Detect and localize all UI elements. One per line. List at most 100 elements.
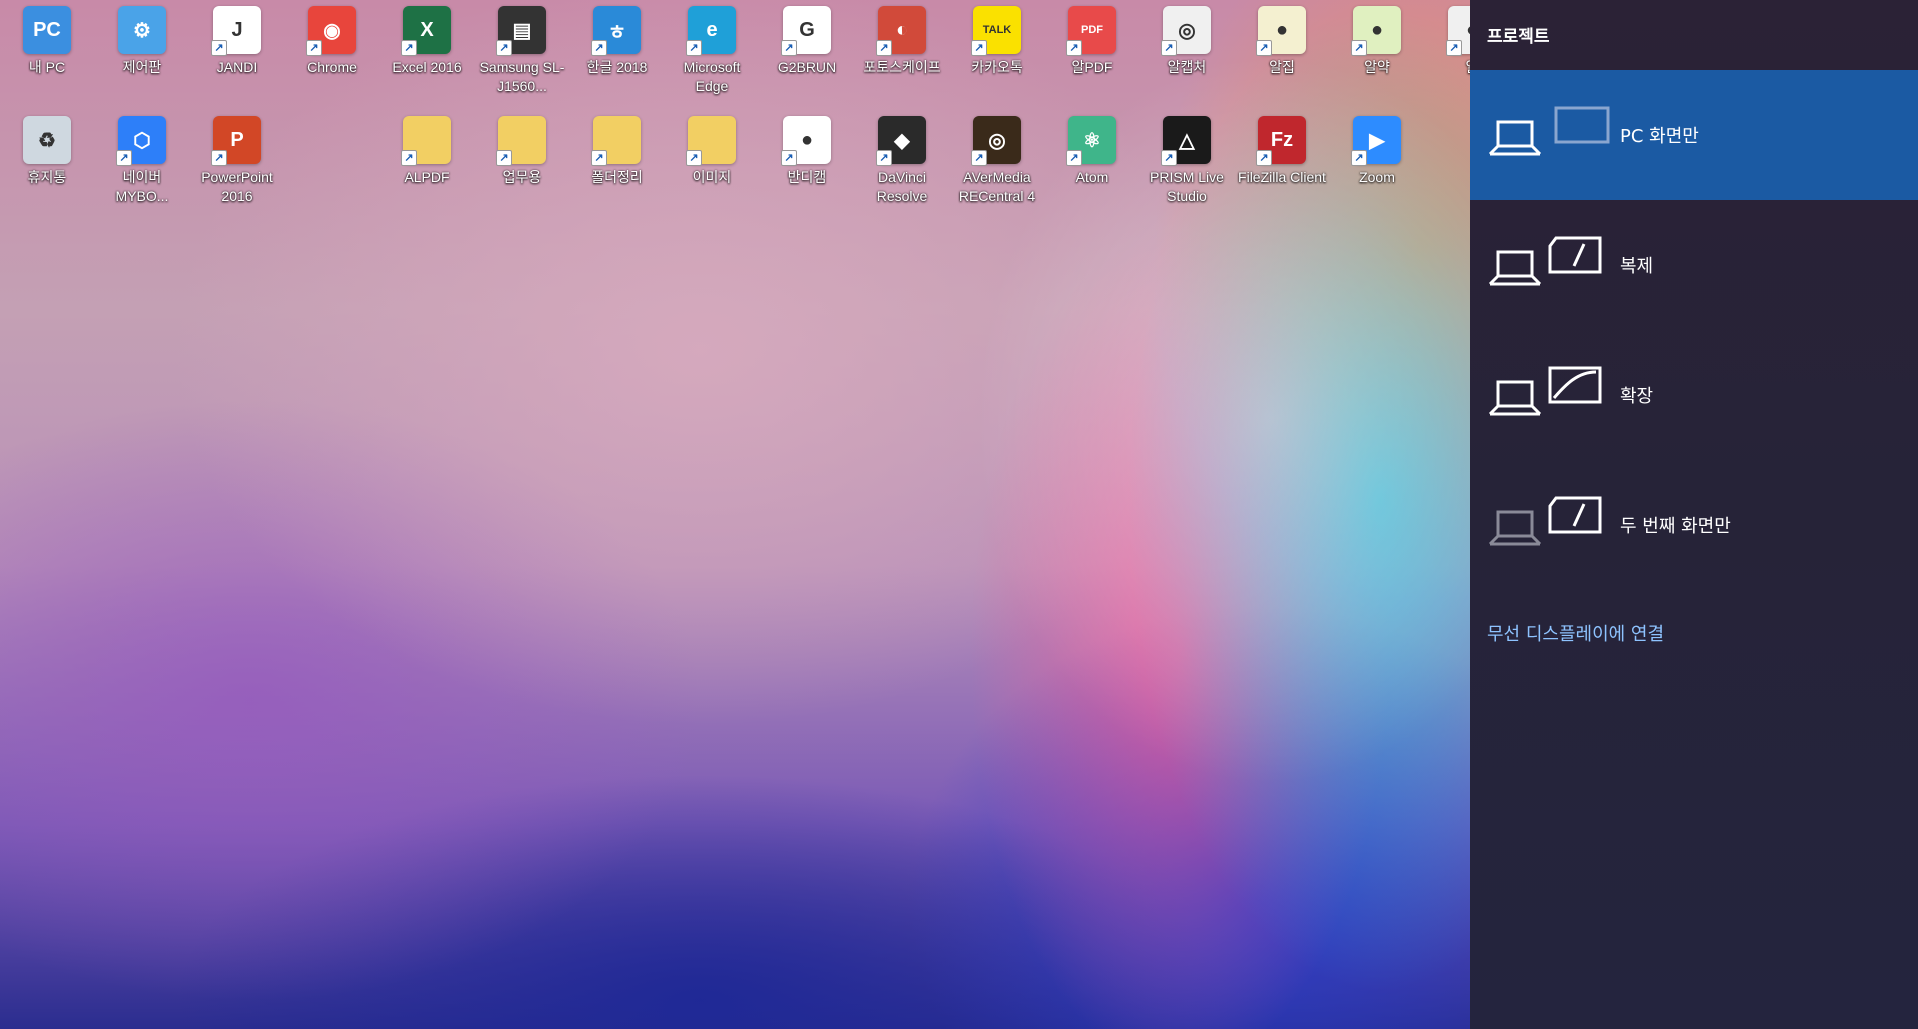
shortcut-arrow-icon: ↗ xyxy=(1351,40,1367,56)
desktop-shortcut-label: Excel 2016 xyxy=(392,59,462,75)
option-second-screen-only[interactable]: 두 번째 화면만 xyxy=(1470,460,1918,590)
shortcut-arrow-icon: ↗ xyxy=(876,150,892,166)
shortcut-arrow-icon: ↗ xyxy=(971,150,987,166)
icon-glyph: ㅎ xyxy=(607,21,627,44)
option-label: PC 화면만 xyxy=(1620,126,1699,147)
desktop-shortcut[interactable]: P ↗ PowerPoint 2016 xyxy=(192,116,282,206)
folder-icon: ↗ xyxy=(401,116,451,166)
desktop-shortcut-label: Atom xyxy=(1075,169,1109,185)
shortcut-arrow-icon: ↗ xyxy=(306,40,322,56)
control-panel-icon: ⚙ xyxy=(118,6,166,54)
desktop-shortcut[interactable]: PC 내 PC xyxy=(2,6,92,77)
desktop-shortcut[interactable]: ↗ 폴더정리 xyxy=(572,116,662,187)
desktop-shortcut[interactable]: ●↗ 알 xyxy=(1427,6,1470,77)
desktop-shortcut[interactable]: PDF ↗ 알PDF xyxy=(1047,6,1137,77)
desktop-shortcut[interactable]: ▶ ↗ Zoom xyxy=(1332,116,1422,187)
shortcut-arrow-icon: ↗ xyxy=(1256,150,1272,166)
recycle-bin-icon: ♻ xyxy=(23,116,71,164)
desktop-shortcut[interactable]: J ↗ JANDI xyxy=(192,6,282,77)
edge-icon: e ↗ xyxy=(686,6,736,56)
alyac-icon: ● ↗ xyxy=(1351,6,1401,56)
option-extend[interactable]: 확장 xyxy=(1470,330,1918,460)
icon-glyph: PDF xyxy=(1081,24,1103,36)
desktop-shortcut[interactable]: ♻ 휴지통 xyxy=(2,116,92,187)
kakaotalk-icon: TALK ↗ xyxy=(971,6,1021,56)
desktop-shortcut[interactable]: ▤ ↗ Samsung SL-J1560... xyxy=(477,6,567,96)
desktop-shortcut-label: PRISM Live Studio xyxy=(1150,169,1224,204)
desktop-shortcut-label: Samsung SL-J1560... xyxy=(479,59,565,94)
desktop-shortcut[interactable]: TALK ↗ 카카오톡 xyxy=(952,6,1042,77)
option-label: 복제 xyxy=(1620,256,1654,277)
desktop-shortcut[interactable]: Fz ↗ FileZilla Client xyxy=(1237,116,1327,187)
desktop-shortcut[interactable]: ◐ ↗ 포토스케이프 xyxy=(857,6,947,77)
shortcut-arrow-icon: ↗ xyxy=(781,150,797,166)
option-label: 두 번째 화면만 xyxy=(1620,516,1731,537)
desktop-shortcut[interactable]: ● ↗ 알집 xyxy=(1237,6,1327,77)
icon-glyph: Fz xyxy=(1270,128,1294,151)
desktop-shortcut[interactable]: ↗ 이미지 xyxy=(667,116,757,187)
shortcut-arrow-icon: ↗ xyxy=(1161,150,1177,166)
option-pc-screen-only[interactable]: PC 화면만 xyxy=(1470,70,1918,200)
filezilla-icon: Fz ↗ xyxy=(1256,116,1306,166)
powerpoint-icon: P ↗ xyxy=(211,116,261,166)
icon-glyph: ▤ xyxy=(512,19,532,42)
desktop-shortcut[interactable]: ㅎ ↗ 한글 2018 xyxy=(572,6,662,77)
connect-wireless-display-link[interactable]: 무선 디스플레이에 연결 xyxy=(1487,620,1664,646)
desktop-shortcut-label: FileZilla Client xyxy=(1238,169,1326,185)
desktop-shortcut[interactable]: ↗ ALPDF xyxy=(382,116,472,187)
icon-glyph: X xyxy=(420,18,434,41)
desktop-shortcut-label: 네이버 MYBO... xyxy=(115,169,169,204)
icon-glyph: ◉ xyxy=(323,19,341,42)
alcapture-icon: ◎ ↗ xyxy=(1161,6,1211,56)
shortcut-arrow-icon: ↗ xyxy=(116,150,132,166)
desktop-shortcut[interactable]: ◆ ↗ DaVinci Resolve xyxy=(857,116,947,206)
desktop-shortcut[interactable]: ⚛ ↗ Atom xyxy=(1047,116,1137,187)
project-panel: 프로젝트 PC 화면만 복제 확장 두 번째 화면만 무선 디스플레이에 연결 xyxy=(1470,0,1918,1029)
shortcut-arrow-icon: ↗ xyxy=(1161,40,1177,56)
option-duplicate[interactable]: 복제 xyxy=(1470,200,1918,330)
desktop-shortcut[interactable]: X ↗ Excel 2016 xyxy=(382,6,472,77)
desktop-shortcut-label: 알 xyxy=(1427,58,1470,77)
desktop-shortcut[interactable]: ↗ 업무용 xyxy=(477,116,567,187)
desktop-shortcut[interactable]: G ↗ G2BRUN xyxy=(762,6,852,77)
icon-glyph: ⚙ xyxy=(133,19,151,42)
panel-title: 프로젝트 xyxy=(1487,27,1550,47)
desktop-shortcut[interactable]: ● ↗ 반디캠 xyxy=(762,116,852,187)
desktop-shortcut-label: JANDI xyxy=(216,59,258,75)
desktop-shortcut-label: 내 PC xyxy=(28,59,66,75)
desktop-shortcut[interactable]: ◎ ↗ 알캡처 xyxy=(1142,6,1232,77)
shortcut-arrow-icon: ↗ xyxy=(496,150,512,166)
shortcut-arrow-icon: ↗ xyxy=(591,150,607,166)
shortcut-arrow-icon: ↗ xyxy=(971,40,987,56)
icon-glyph: ● xyxy=(1370,18,1384,41)
desktop-shortcut[interactable]: ● ↗ 알약 xyxy=(1332,6,1422,77)
alzip-icon: ● ↗ xyxy=(1256,6,1306,56)
hangul-icon: ㅎ ↗ xyxy=(591,6,641,56)
shortcut-arrow-icon: ↗ xyxy=(401,40,417,56)
desktop-shortcut[interactable]: e ↗ Microsoft Edge xyxy=(667,6,757,96)
desktop-shortcut[interactable]: ⚙ 제어판 xyxy=(97,6,187,77)
prism-live-icon: △ ↗ xyxy=(1161,116,1211,166)
desktop-shortcut-label: Microsoft Edge xyxy=(683,59,741,94)
bandicam-icon: ● ↗ xyxy=(781,116,831,166)
desktop-shortcut-label: 반디캠 xyxy=(787,169,827,185)
desktop-wallpaper: PC 내 PC ⚙ 제어판 J ↗ JANDI ◉ ↗ Chrome X ↗ Excel 2016 ▤ ↗ S… xyxy=(0,0,1470,1029)
desktop-shortcut[interactable]: ⬡ ↗ 네이버 MYBO... xyxy=(97,116,187,206)
shortcut-arrow-icon: ↗ xyxy=(876,40,892,56)
desktop-shortcut-label: 폴더정리 xyxy=(591,169,643,185)
desktop-shortcut[interactable]: △ ↗ PRISM Live Studio xyxy=(1142,116,1232,206)
desktop-shortcut-label: PowerPoint 2016 xyxy=(201,169,273,204)
icon-glyph: TALK xyxy=(982,24,1012,36)
icon-glyph: ⚛ xyxy=(1083,129,1101,152)
shortcut-arrow-icon: ↗ xyxy=(686,40,702,56)
photoscape-icon: ◐ ↗ xyxy=(876,6,926,56)
desktop-shortcut[interactable]: ◎ ↗ AVerMedia RECentral 4 xyxy=(952,116,1042,206)
desktop-shortcut-label: Zoom xyxy=(1359,169,1395,185)
desktop-shortcut-label: 카카오톡 xyxy=(971,59,1023,75)
excel-icon: X ↗ xyxy=(401,6,451,56)
zoom-icon: ▶ ↗ xyxy=(1351,116,1401,166)
extend-icon xyxy=(1488,366,1602,416)
desktop-shortcut[interactable]: ◉ ↗ Chrome xyxy=(287,6,377,77)
shortcut-arrow-icon: ↗ xyxy=(1066,150,1082,166)
icon-glyph: P xyxy=(230,128,244,151)
